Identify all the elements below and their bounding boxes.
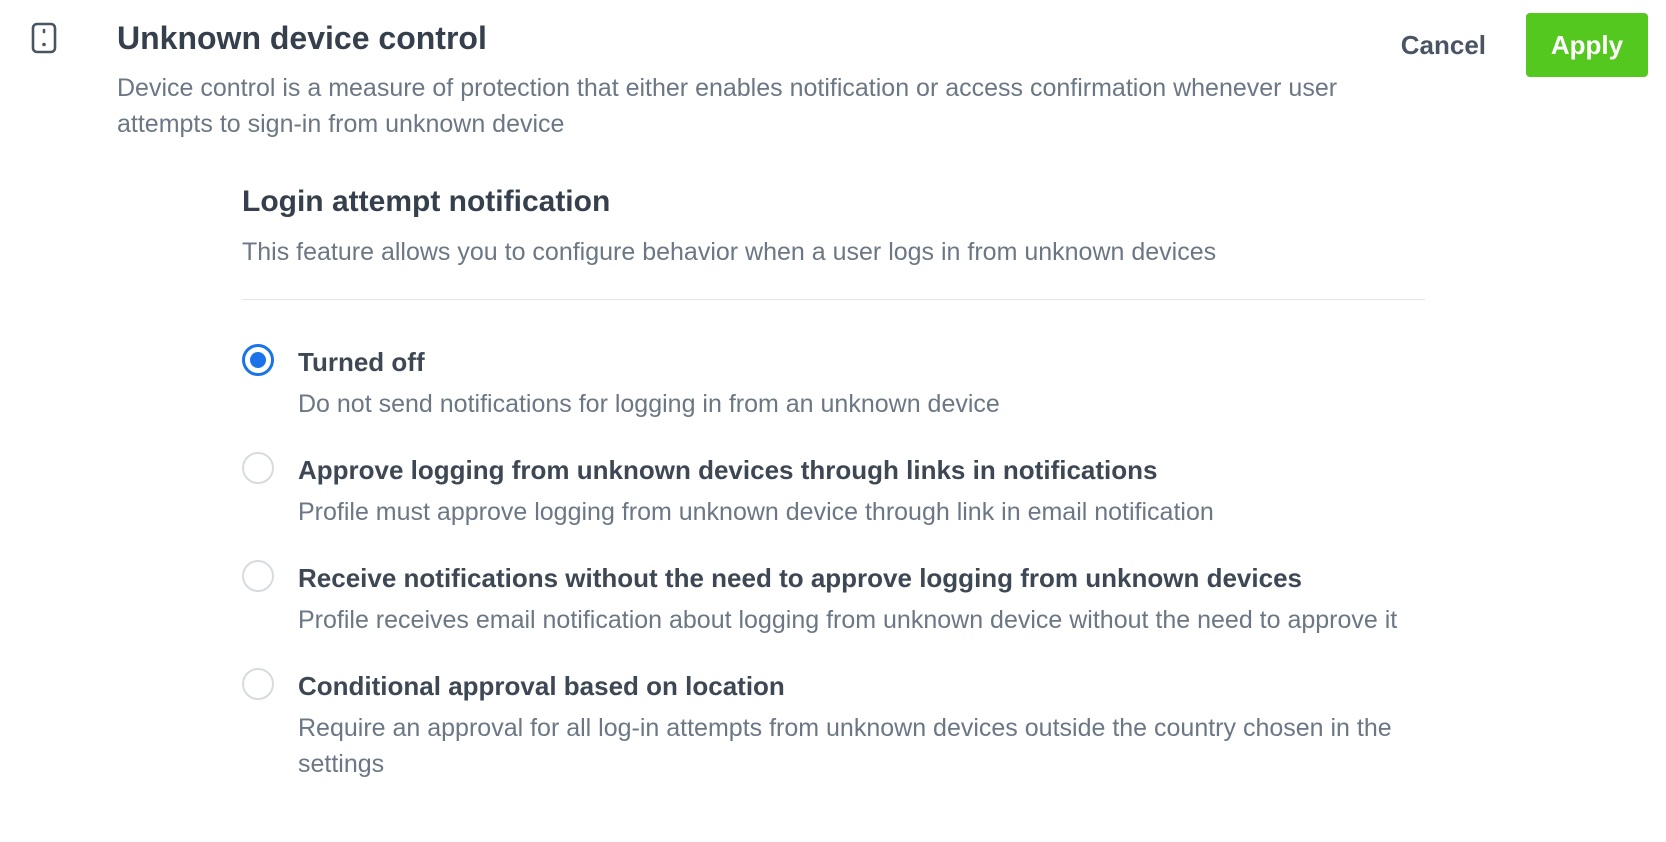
radio-notify-without-approval[interactable]: [242, 560, 274, 592]
option-approve-via-links[interactable]: Approve logging from unknown devices thr…: [242, 452, 1425, 530]
section-description: This feature allows you to configure beh…: [242, 238, 1217, 266]
option-text: Conditional approval based on location R…: [298, 668, 1398, 782]
radio-approve-via-links[interactable]: [242, 452, 274, 484]
option-label: Turned off: [298, 347, 425, 377]
header-actions: Cancel Apply: [1381, 13, 1648, 77]
login-attempt-notification-section: Login attempt notification This feature …: [242, 178, 1425, 812]
notification-options-radio-group: Turned off Do not send notifications for…: [242, 344, 1425, 782]
page-description: Device control is a measure of protectio…: [117, 74, 1338, 138]
option-description: Profile must approve logging from unknow…: [298, 498, 1214, 526]
option-conditional-location-approval[interactable]: Conditional approval based on location R…: [242, 668, 1425, 782]
option-notify-without-approval[interactable]: Receive notifications without the need t…: [242, 560, 1425, 638]
option-text: Approve logging from unknown devices thr…: [298, 452, 1398, 530]
option-description: Require an approval for all log-in attem…: [298, 714, 1392, 778]
page-title: Unknown device control: [117, 20, 487, 56]
section-divider: [242, 299, 1425, 300]
option-text: Turned off Do not send notifications for…: [298, 344, 1398, 422]
option-label: Receive notifications without the need t…: [298, 563, 1302, 593]
option-description: Profile receives email notification abou…: [298, 606, 1398, 634]
option-description: Do not send notifications for logging in…: [298, 390, 1000, 418]
radio-turned-off[interactable]: [242, 344, 274, 376]
device-icon: [31, 22, 57, 54]
option-label: Approve logging from unknown devices thr…: [298, 455, 1158, 485]
option-text: Receive notifications without the need t…: [298, 560, 1398, 638]
option-label: Conditional approval based on location: [298, 671, 785, 701]
cancel-button[interactable]: Cancel: [1381, 13, 1506, 77]
option-turned-off[interactable]: Turned off Do not send notifications for…: [242, 344, 1425, 422]
apply-button[interactable]: Apply: [1526, 13, 1648, 77]
unknown-device-control-panel: Unknown device control Device control is…: [0, 0, 1666, 842]
section-title: Login attempt notification: [242, 185, 611, 218]
radio-conditional-location-approval[interactable]: [242, 668, 274, 700]
